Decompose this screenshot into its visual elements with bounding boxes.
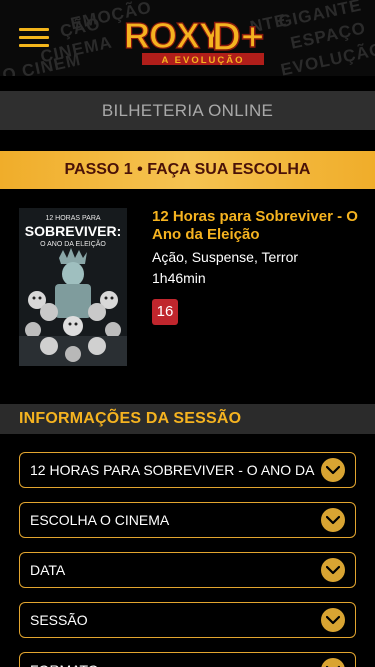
movie-genre: Ação, Suspense, Terror (152, 249, 299, 265)
movie-poster[interactable]: 12 HORAS PARA SOBREVIVER: O ANO DA ELEIÇ… (19, 208, 127, 366)
movie-select[interactable]: 12 HORAS PARA SOBREVIVER - O ANO DA ELEI… (19, 452, 356, 488)
bilheteria-online-bar: BILHETERIA ONLINE (0, 91, 375, 130)
app-header: EMOÇÃO GIGANTE ESPAÇO CINEMA EVOLUÇÃO O … (0, 0, 375, 76)
chevron-down-icon[interactable] (321, 658, 345, 667)
chevron-down-icon[interactable] (321, 558, 345, 582)
movie-title[interactable]: 12 Horas para Sobreviver - O Ano da Elei… (152, 208, 362, 244)
chevron-down-icon[interactable] (321, 608, 345, 632)
logo-text: ROXY (124, 15, 223, 56)
date-select[interactable]: DATA (19, 552, 356, 588)
cinema-select[interactable]: ESCOLHA O CINEMA (19, 502, 356, 538)
header-divider (0, 76, 375, 91)
movie-duration: 1h46min (152, 270, 206, 286)
menu-icon[interactable] (19, 28, 49, 48)
select-label: DATA (30, 562, 66, 578)
poster-main-text: SOBREVIVER: (25, 223, 121, 239)
select-label: FORMATO (30, 653, 315, 667)
select-label: SESSÃO (30, 612, 88, 628)
format-select[interactable]: FORMATO (19, 652, 356, 667)
session-select[interactable]: SESSÃO (19, 602, 356, 638)
poster-sub-text: O ANO DA ELEIÇÃO (40, 239, 106, 248)
session-info-header: INFORMAÇÕES DA SESSÃO (0, 404, 375, 434)
chevron-down-icon[interactable] (321, 508, 345, 532)
chevron-down-icon[interactable] (321, 458, 345, 482)
session-info-title: INFORMAÇÕES DA SESSÃO (19, 410, 242, 427)
step-title: PASSO 1 • FAÇA SUA ESCOLHA (0, 151, 375, 189)
age-rating-badge: 16 (152, 299, 178, 325)
roxy-logo[interactable]: ROXY D+ A EVOLUÇÃO (122, 10, 274, 66)
poster-top-text: 12 HORAS PARA (45, 215, 100, 222)
logo-tagline: A EVOLUÇÃO (162, 55, 245, 66)
select-label: ESCOLHA O CINEMA (30, 512, 170, 528)
logo-suffix: D+ (212, 15, 264, 59)
select-label: 12 HORAS PARA SOBREVIVER - O ANO DA ELEI… (30, 462, 315, 478)
